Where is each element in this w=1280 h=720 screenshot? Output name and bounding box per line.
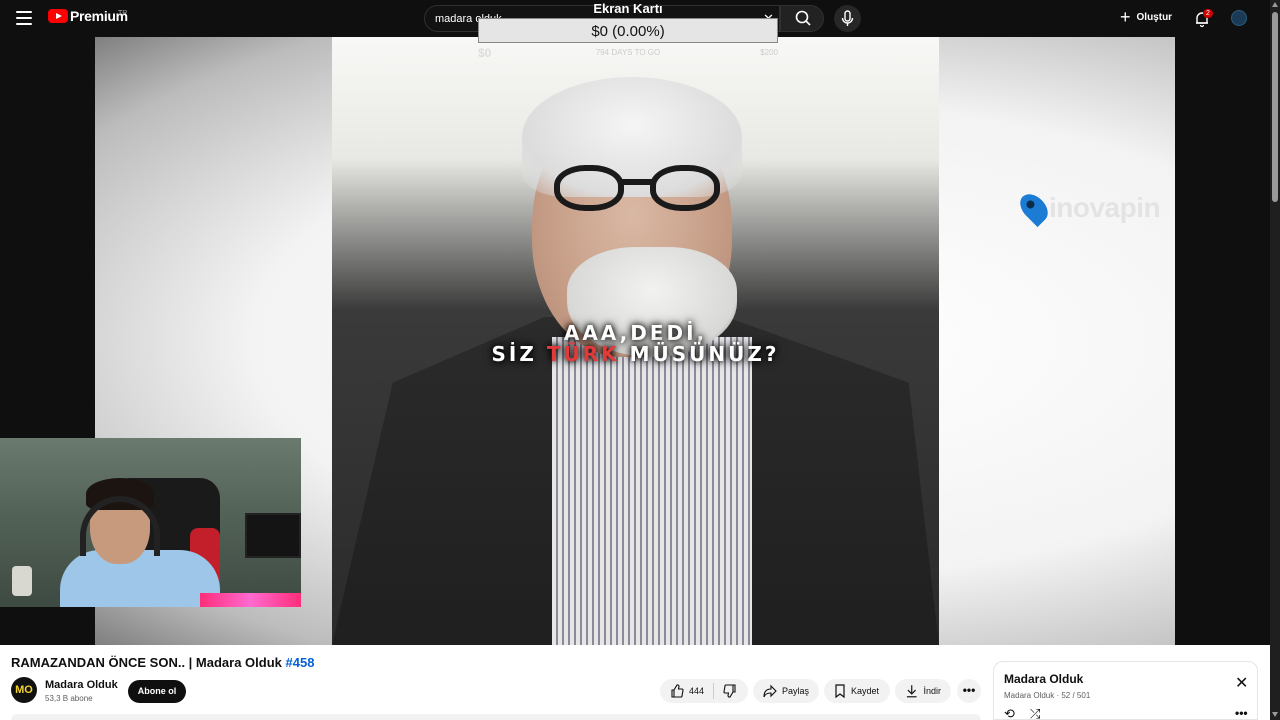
save-label: Kaydet	[851, 686, 880, 696]
speaker-shirt	[552, 337, 752, 645]
rgb-light-strip	[200, 593, 301, 607]
close-icon[interactable]: ✕	[1235, 676, 1248, 692]
goal-title: Ekran Kartı	[593, 1, 663, 16]
playlist-more-icon[interactable]: •••	[1235, 706, 1248, 720]
youtube-premium-logo[interactable]: Premium TR	[48, 8, 128, 24]
caption-text-highlight: TÜRK	[546, 342, 620, 366]
video-hashtag[interactable]: #458	[286, 655, 315, 670]
goal-progress-bar: $0 (0.00%)	[478, 18, 778, 43]
download-icon	[906, 685, 917, 698]
playlist-title[interactable]: Madara Olduk	[1004, 672, 1083, 686]
background-lamp	[12, 566, 32, 596]
subscribe-button[interactable]: Abone ol	[128, 680, 186, 703]
save-button[interactable]: Kaydet	[824, 679, 890, 703]
youtube-logo-icon	[48, 9, 68, 23]
more-actions-button[interactable]: •••	[957, 679, 981, 703]
voice-search-button[interactable]	[834, 5, 861, 32]
divider	[713, 683, 715, 699]
like-icon[interactable]	[670, 684, 684, 698]
create-label: Oluştur	[1136, 11, 1173, 23]
watermark-text: inovapin	[1049, 192, 1161, 223]
bookmark-icon	[835, 684, 845, 698]
speaker-glasses	[554, 165, 724, 215]
scroll-thumb[interactable]	[1272, 12, 1278, 202]
plus-icon: +	[1120, 7, 1131, 27]
playlist-position: 52 / 501	[1061, 691, 1091, 700]
create-button[interactable]: + Oluştur	[1120, 7, 1173, 27]
share-label: Paylaş	[781, 686, 809, 696]
country-code: TR	[118, 10, 128, 17]
download-button[interactable]: İndir	[895, 679, 951, 703]
sponsor-watermark: inovapin	[1014, 188, 1161, 228]
account-avatar[interactable]	[1231, 10, 1247, 26]
scroll-up-arrow[interactable]	[1272, 2, 1278, 7]
video-title-text: RAMAZANDAN ÖNCE SON.. | Madara Olduk	[11, 655, 286, 670]
page-scrollbar[interactable]	[1270, 0, 1280, 720]
channel-avatar[interactable]: MO	[11, 677, 37, 703]
playlist-meta: Madara Olduk · 52 / 501	[1004, 691, 1091, 700]
description-box[interactable]	[11, 714, 981, 720]
shuffle-icon[interactable]: ⤮	[1030, 706, 1040, 720]
search-icon	[795, 10, 811, 26]
playlist-panel: Madara Olduk Madara Olduk · 52 / 501 ✕ ⟲…	[993, 661, 1258, 720]
channel-name[interactable]: Madara Olduk	[45, 679, 118, 691]
caption-text-post: MÜSÜNÜZ?	[619, 342, 780, 366]
share-button[interactable]: Paylaş	[753, 679, 819, 703]
menu-icon[interactable]	[16, 11, 32, 25]
goal-days-left: 794 DAYS TO GO	[595, 48, 661, 57]
video-caption-line2: SİZ TÜRK MÜSÜNÜZ?	[332, 342, 939, 366]
mic-icon	[841, 10, 854, 26]
like-dislike-group: 444	[660, 679, 748, 703]
caption-text-pre: SİZ	[491, 342, 547, 366]
like-count[interactable]: 444	[689, 686, 704, 696]
webcam-overlay	[0, 438, 301, 607]
background-monitor	[245, 513, 301, 558]
notification-badge: 2	[1203, 9, 1213, 18]
video-frame: AAA,DEDİ, SİZ TÜRK MÜSÜNÜZ?	[332, 37, 939, 645]
loop-icon[interactable]: ⟲	[1004, 706, 1015, 720]
streamer-body	[60, 550, 220, 607]
video-title: RAMAZANDAN ÖNCE SON.. | Madara Olduk #45…	[11, 655, 314, 670]
donation-goal-overlay: Ekran Kartı $0 (0.00%) $0 794 DAYS TO GO…	[478, 0, 778, 60]
goal-target: $200	[760, 48, 778, 57]
download-label: İndir	[923, 686, 941, 696]
subscriber-count: 53,3 B abone	[45, 694, 93, 703]
search-button[interactable]	[780, 5, 824, 32]
location-pin-icon	[1014, 188, 1054, 228]
scroll-down-arrow[interactable]	[1272, 712, 1278, 717]
share-icon	[763, 684, 777, 698]
dislike-icon[interactable]	[723, 684, 737, 698]
playlist-owner[interactable]: Madara Olduk	[1004, 691, 1054, 700]
